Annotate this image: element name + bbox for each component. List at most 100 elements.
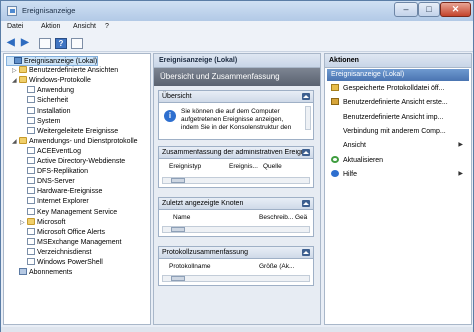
center-pane-header: Ereignisanzeige (Lokal)	[154, 54, 320, 68]
forward-arrow-icon[interactable]: ▶	[21, 38, 33, 49]
window-title: Ereignisanzeige	[22, 6, 76, 15]
tree-item-label: Weitergeleitete Ereignisse	[37, 127, 119, 135]
action-item[interactable]: Gespeicherte Protokolldatei öff...	[327, 83, 469, 94]
action-item[interactable]: Aktualisieren	[327, 155, 469, 166]
submenu-arrow-icon: ▶	[458, 170, 463, 177]
show-hide-tree-icon[interactable]	[39, 38, 51, 49]
tree-item[interactable]: Anwendung	[20, 86, 74, 96]
column-header[interactable]: Ereignis...	[229, 163, 258, 170]
log-icon	[27, 116, 35, 124]
tree-item[interactable]: Installation	[20, 106, 71, 117]
vertical-scrollbar[interactable]	[305, 106, 311, 130]
none-icon	[331, 141, 339, 148]
back-arrow-icon[interactable]: ◀	[7, 38, 19, 49]
close-button[interactable]: ✕	[440, 2, 471, 17]
tree-item[interactable]: Ereignisanzeige (Lokal)	[6, 56, 99, 66]
show-hide-actions-icon[interactable]	[71, 38, 83, 49]
horizontal-scrollbar[interactable]	[162, 275, 310, 282]
horizontal-scrollbar[interactable]	[162, 226, 310, 233]
log-icon	[27, 177, 35, 185]
column-header[interactable]: Geä	[295, 214, 307, 221]
tree-item[interactable]: Internet Explorer	[20, 197, 89, 207]
log-icon	[27, 237, 35, 245]
tree-item-label: Key Management Service	[37, 208, 118, 216]
status-bar	[1, 327, 473, 332]
overview-section-header[interactable]: Übersicht	[159, 91, 313, 103]
column-header[interactable]: Protokollname	[169, 263, 211, 270]
tree-item-label: ACEEventLog	[37, 147, 81, 155]
collapse-icon[interactable]	[302, 249, 310, 256]
console-tree[interactable]: Ereignisanzeige (Lokal) ▷ Benutzerdefinier…	[3, 53, 151, 325]
column-header[interactable]: Größe (Ak...	[259, 263, 294, 270]
scrollbar-thumb[interactable]	[171, 276, 185, 281]
action-item-label: Aktualisieren	[343, 156, 384, 164]
expand-arrow-icon[interactable]: ◢	[12, 76, 19, 86]
tree-item[interactable]: ▷ Microsoft	[20, 217, 65, 228]
log-summary-section-title: Protokollzusammenfassung	[162, 249, 248, 256]
log-icon	[27, 187, 35, 195]
action-item[interactable]: Ansicht ▶	[327, 140, 469, 151]
recent-nodes-section-header[interactable]: Zuletzt angezeigte Knoten	[159, 198, 313, 210]
title-bar[interactable]: Ereignisanzeige – □ ✕	[1, 1, 473, 21]
tree-item[interactable]: ACEEventLog	[20, 146, 81, 157]
menu-help[interactable]: ?	[105, 23, 109, 30]
log-summary-section-body: Protokollname Größe (Ak...	[159, 259, 313, 285]
scrollbar-thumb[interactable]	[171, 227, 185, 232]
tree-item-label: Anwendungs- und Dienstprotokolle	[29, 137, 138, 145]
recent-nodes-section: Zuletzt angezeigte Knoten Name Beschreib…	[158, 197, 314, 237]
tree-item[interactable]: Windows PowerShell	[20, 258, 103, 268]
help-icon[interactable]: ?	[55, 38, 67, 49]
tree-item[interactable]: Verzeichnisdienst	[20, 247, 91, 258]
tree-item[interactable]: Active Directory-Webdienste	[20, 157, 125, 167]
log-icon	[27, 207, 35, 215]
menu-aktion[interactable]: Aktion	[41, 23, 60, 30]
action-item[interactable]: Benutzerdefinierte Ansicht erste...	[327, 97, 469, 108]
expand-arrow-icon[interactable]: ▷	[20, 218, 27, 228]
tree-item[interactable]: Sicherheit	[20, 96, 68, 106]
menu-bar: Datei Aktion Ansicht ?	[1, 21, 473, 35]
maximize-button[interactable]: □	[418, 2, 440, 17]
tree-item-label: Benutzerdefinierte Ansichten	[29, 67, 119, 75]
help-icon	[331, 169, 339, 177]
tree-item[interactable]: Key Management Service	[20, 207, 118, 218]
folder-icon	[19, 136, 27, 144]
column-header[interactable]: Beschreib...	[259, 214, 293, 221]
tree-item[interactable]: Weitergeleitete Ereignisse	[20, 126, 119, 137]
log-summary-section: Protokollzusammenfassung Protokollname G…	[158, 246, 314, 286]
recent-nodes-section-title: Zuletzt angezeigte Knoten	[162, 200, 244, 207]
tree-item[interactable]: DFS-Replikation	[20, 167, 88, 177]
tree-item[interactable]: MSExchange Management	[20, 237, 121, 248]
tree-item[interactable]: DNS-Server	[20, 177, 75, 187]
expand-arrow-icon[interactable]: ▷	[12, 66, 19, 76]
column-header[interactable]: Quelle	[263, 163, 282, 170]
tree-item[interactable]: ◢ Anwendungs- und Dienstprotokolle	[12, 136, 138, 147]
tree-item[interactable]: ▷ Benutzerdefinierte Ansichten	[12, 66, 118, 76]
column-header[interactable]: Name	[173, 214, 190, 221]
column-header[interactable]: Ereignistyp	[169, 163, 201, 170]
menu-ansicht[interactable]: Ansicht	[73, 23, 96, 30]
tree-item[interactable]: System	[20, 116, 60, 127]
collapse-icon[interactable]	[302, 200, 310, 207]
tree-item[interactable]: Microsoft Office Alerts	[20, 227, 105, 238]
tree-item[interactable]: ◢ Windows-Protokolle	[12, 76, 91, 86]
tree-item-label: Installation	[37, 107, 71, 115]
tree-item[interactable]: Hardware-Ereignisse	[20, 187, 102, 197]
actions-group-title: Ereignisanzeige (Lokal)	[331, 71, 405, 78]
log-icon	[27, 167, 35, 175]
collapse-icon[interactable]	[302, 149, 310, 156]
tree-item[interactable]: Abonnements	[12, 268, 72, 278]
scrollbar-thumb[interactable]	[171, 178, 185, 183]
tree-item-label: DNS-Server	[37, 178, 75, 186]
collapse-icon[interactable]	[302, 93, 310, 100]
actions-group-header[interactable]: Ereignisanzeige (Lokal)	[327, 69, 469, 81]
log-icon	[27, 126, 35, 134]
horizontal-scrollbar[interactable]	[162, 177, 310, 184]
action-item[interactable]: Hilfe ▶	[327, 169, 469, 180]
action-item[interactable]: Benutzerdefinierte Ansicht imp...	[327, 112, 469, 123]
action-item[interactable]: Verbindung mit anderem Comp...	[327, 126, 469, 137]
admin-events-section-header[interactable]: Zusammenfassung der administrativen Erei…	[159, 147, 313, 159]
expand-arrow-icon[interactable]: ◢	[12, 137, 19, 147]
menu-datei[interactable]: Datei	[7, 23, 23, 30]
minimize-button[interactable]: –	[394, 2, 418, 17]
log-summary-section-header[interactable]: Protokollzusammenfassung	[159, 247, 313, 259]
